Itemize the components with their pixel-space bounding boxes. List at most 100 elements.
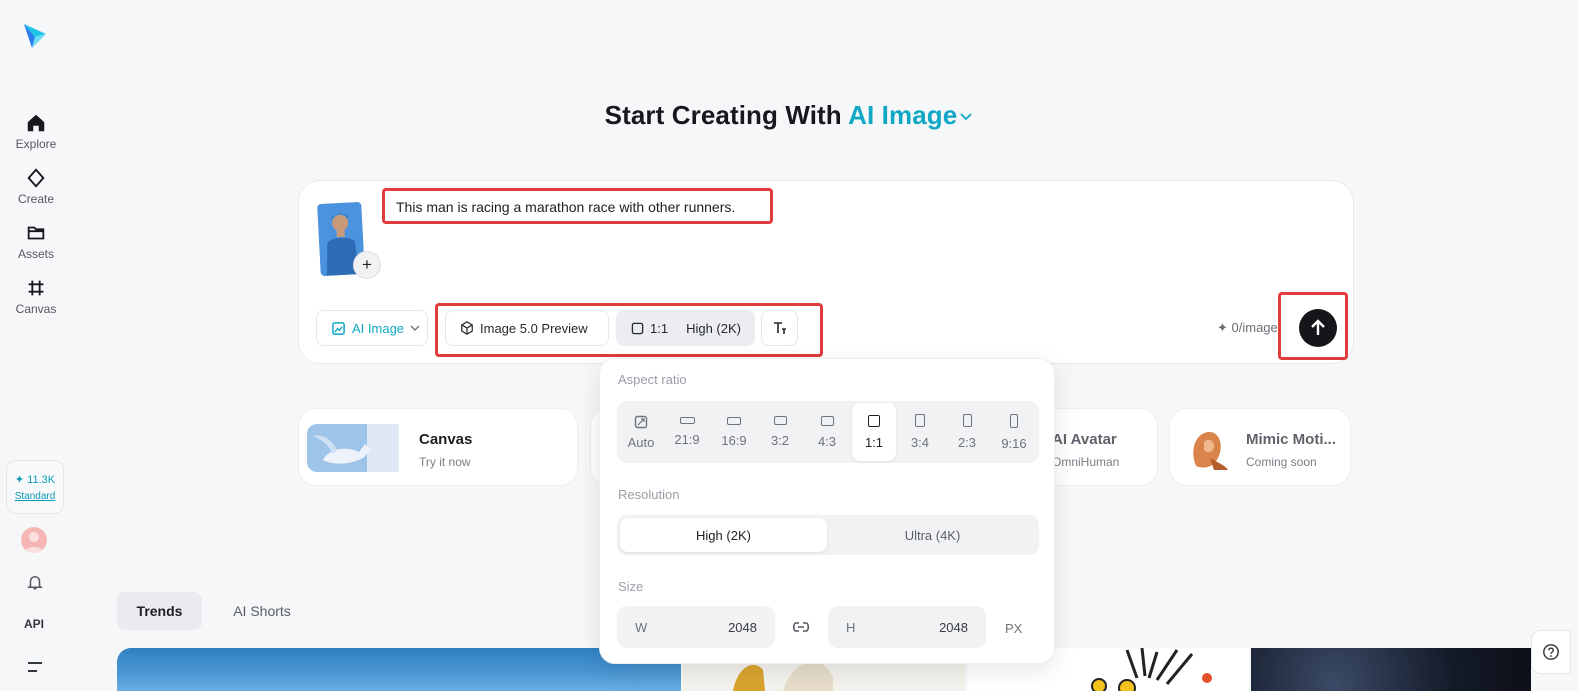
arrow-up-icon (1311, 319, 1325, 335)
ratio-option-3-2[interactable]: 3:2 (758, 403, 802, 461)
feature-card-mimic-motion[interactable]: Mimic Moti... Coming soon (1169, 408, 1351, 486)
pegasus-thumbnail (307, 424, 399, 472)
credits-badge[interactable]: ✦ 11.3K Standard (6, 460, 64, 514)
height-key: H (846, 619, 856, 635)
trend-thumbnail[interactable] (1251, 648, 1531, 691)
feature-title: Canvas (419, 431, 473, 448)
menu-icon[interactable] (24, 656, 46, 678)
feature-title: Mimic Moti... (1246, 431, 1336, 448)
title-prefix: Start Creating With (604, 100, 842, 130)
sidebar-item-label: Create (17, 192, 55, 206)
model-select[interactable]: Image 5.0 Preview (445, 310, 609, 346)
ratio-label: 9:16 (1001, 435, 1027, 451)
ratio-option-16-9[interactable]: 16:9 (712, 403, 756, 461)
ratio-option-3-4[interactable]: 3:4 (898, 403, 942, 461)
ratio-label: 4:3 (817, 433, 837, 449)
ratio-label: 16:9 (721, 432, 747, 448)
sidebar-item-label: Canvas (15, 302, 57, 316)
aspect-ratio-group: Auto 21:9 16:9 3:2 4:3 1:1 3:4 2:3 9:16 (617, 401, 1039, 463)
quality-label: High (2K) (686, 320, 741, 336)
mode-label: AI Image (352, 320, 405, 336)
ratio-option-9-16[interactable]: 9:16 (992, 403, 1036, 461)
model-label: Image 5.0 Preview (480, 320, 588, 336)
link-icon[interactable] (790, 617, 812, 637)
credit-cost-value: 0/image (1231, 320, 1278, 335)
title-accent: AI Image (848, 100, 958, 130)
sidebar-item-label: Explore (15, 137, 57, 151)
square-ratio-icon (631, 322, 644, 334)
ratio-shape-icon (962, 414, 972, 427)
chevron-down-icon (410, 325, 420, 331)
title-mode-dropdown[interactable]: AI Image (848, 100, 973, 130)
mode-select[interactable]: AI Image (316, 310, 428, 346)
resolution-option-high[interactable]: High (2K) (620, 518, 827, 552)
ratio-shape-icon (915, 414, 925, 427)
image-icon (332, 321, 345, 335)
ratio-label: 1:1 (864, 434, 884, 450)
feature-title: AI Avatar (1052, 431, 1117, 448)
page-title: Start Creating With AI Image (0, 100, 1578, 131)
width-field[interactable]: W 2048 (617, 606, 775, 648)
ratio-option-4-3[interactable]: 4:3 (805, 403, 849, 461)
ratio-shape-icon (1010, 413, 1018, 428)
aspect-ratio-label: Aspect ratio (618, 372, 687, 387)
ratio-shape-icon (727, 416, 741, 425)
ratio-shape-icon (868, 414, 880, 427)
ratio-shape-icon (820, 415, 834, 426)
text-size-icon (773, 322, 786, 334)
width-key: W (635, 619, 648, 635)
size-label: Size (618, 579, 644, 594)
api-link[interactable]: API (24, 617, 44, 631)
sidebar-item-label: Assets (17, 247, 54, 261)
ratio-option-auto[interactable]: Auto (619, 403, 663, 461)
ratio-label: 2:3 (957, 435, 977, 450)
ratio-option-2-3[interactable]: 2:3 (945, 403, 989, 461)
cube-icon (461, 321, 473, 335)
ratio-quality-select[interactable]: 1:1 High (2K) (616, 310, 755, 346)
credits-value: 11.3K (27, 473, 56, 486)
plan-link[interactable]: Standard (15, 491, 56, 502)
feature-subtitle: Try it now (419, 455, 471, 469)
resolution-group: High (2K) Ultra (4K) (617, 515, 1039, 555)
prompt-input[interactable]: This man is racing a marathon race with … (396, 199, 735, 215)
unit-label: PX (1005, 621, 1023, 636)
help-button[interactable] (1531, 630, 1571, 674)
text-style-button[interactable] (761, 310, 798, 346)
avatar[interactable] (21, 527, 47, 553)
trend-thumbnail[interactable] (117, 648, 681, 691)
tab-trends[interactable]: Trends (117, 592, 202, 630)
image-settings-popover: Aspect ratio Auto 21:9 16:9 3:2 4:3 1:1 … (599, 358, 1055, 664)
feature-subtitle: Coming soon (1246, 455, 1317, 469)
width-value: 2048 (728, 619, 757, 635)
ratio-label: 3:4 (910, 435, 930, 450)
credits-count: ✦ 11.3K (14, 473, 56, 486)
auto-ratio-icon (634, 415, 648, 428)
question-icon (1543, 644, 1559, 660)
ratio-shape-icon (679, 417, 695, 424)
chevron-down-icon (960, 113, 972, 121)
ratio-label: Auto (627, 434, 655, 450)
credit-cost: ✦ 0/image (1217, 320, 1278, 335)
resolution-option-ultra[interactable]: Ultra (4K) (829, 518, 1036, 552)
ratio-shape-icon (773, 416, 787, 425)
sidebar-item-canvas[interactable]: Canvas (6, 277, 66, 327)
bell-icon[interactable] (24, 571, 46, 593)
ratio-option-21-9[interactable]: 21:9 (665, 403, 709, 461)
app-logo-icon[interactable] (22, 22, 48, 50)
height-field[interactable]: H 2048 (828, 606, 986, 648)
ratio-label: 1:1 (650, 320, 669, 336)
add-reference-button[interactable]: + (353, 251, 381, 279)
ratio-label: 3:2 (770, 433, 790, 448)
grid-hash-icon (28, 280, 44, 296)
tab-ai-shorts[interactable]: AI Shorts (220, 592, 304, 630)
sidebar-item-create[interactable]: Create (6, 167, 66, 217)
ratio-label: 21:9 (674, 432, 700, 447)
diamond-icon (27, 168, 45, 188)
feature-card-canvas[interactable]: Canvas Try it now (298, 408, 578, 486)
prompt-card: + This man is racing a marathon race wit… (298, 180, 1354, 364)
generate-button[interactable] (1299, 309, 1337, 347)
ratio-option-1-1[interactable]: 1:1 (852, 403, 896, 461)
sidebar-item-assets[interactable]: Assets (6, 222, 66, 272)
feature-subtitle: OmniHuman (1052, 455, 1120, 469)
height-value: 2048 (939, 619, 968, 635)
